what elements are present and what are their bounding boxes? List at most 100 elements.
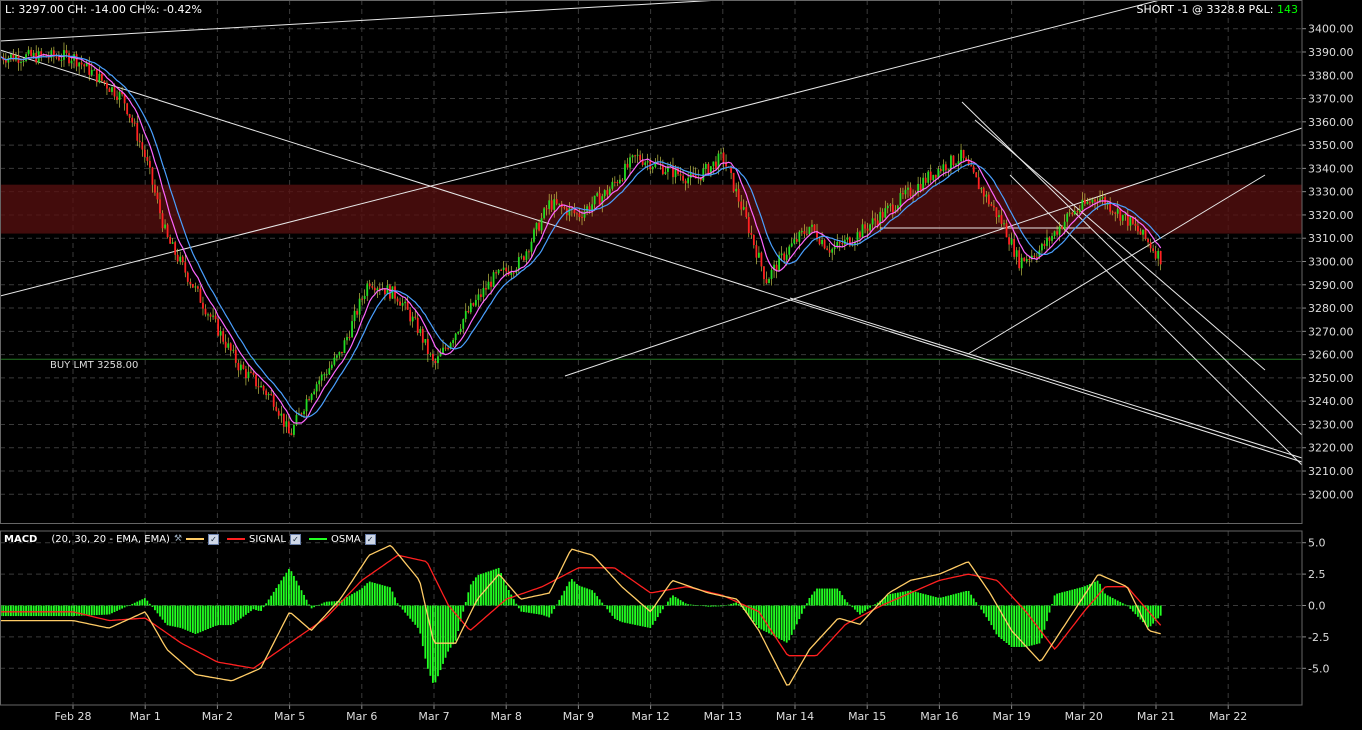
candle-body <box>1043 243 1046 246</box>
candle-body <box>644 162 647 165</box>
candle-body <box>250 371 252 373</box>
macd-visible-checkbox[interactable]: ✓ <box>208 533 220 545</box>
candle-body <box>490 281 492 287</box>
candle-body <box>528 251 530 253</box>
osma-bar <box>525 605 528 613</box>
time-tick-label: Feb 28 <box>55 710 92 723</box>
candle-body <box>58 57 60 61</box>
candle-body <box>325 374 328 376</box>
osma-bar <box>389 587 391 606</box>
signal-visible-checkbox[interactable]: ✓ <box>289 533 301 545</box>
candle-body <box>1005 223 1008 238</box>
candle-body <box>598 193 601 205</box>
osma-bar <box>533 605 535 614</box>
candle-body <box>1139 231 1142 235</box>
osma-bar <box>798 605 801 620</box>
trading-chart[interactable]: 3200.00 3210.00 3220.00 3230.00 3240.00 3250.… <box>0 0 1362 730</box>
osma-bar <box>836 588 839 606</box>
candle-body <box>553 199 556 210</box>
osma-bar <box>164 605 166 623</box>
osma-bar <box>1157 605 1160 619</box>
candle-body <box>1129 217 1132 226</box>
osma-bar <box>522 605 525 613</box>
osma-bar <box>702 605 705 607</box>
osma-bar <box>929 595 932 606</box>
osma-bar <box>616 605 619 621</box>
osma-bar <box>1073 589 1076 606</box>
candle-body <box>447 348 449 350</box>
osma-bar <box>550 605 553 614</box>
osma-bar <box>967 590 970 606</box>
candle-body <box>1076 211 1079 213</box>
osma-bar <box>667 601 669 606</box>
osma-bar <box>773 605 775 637</box>
osma-bar <box>70 605 73 617</box>
candle-body <box>116 96 118 101</box>
signal-swatch <box>227 538 246 540</box>
candle-body <box>1020 257 1023 269</box>
osma-bar <box>510 594 513 606</box>
osma-bar <box>404 605 407 613</box>
osma-bar <box>234 605 237 623</box>
osma-bar <box>245 605 247 615</box>
osma-bar <box>601 602 604 606</box>
candle-body <box>707 163 710 175</box>
candle-body <box>27 49 30 55</box>
osma-bar <box>856 605 859 613</box>
candle-body <box>95 69 98 83</box>
osma-bar <box>720 605 722 607</box>
pnl-value: 143 <box>1277 3 1298 16</box>
osma-bar <box>237 605 240 621</box>
osma-bar <box>530 605 533 614</box>
osma-bar <box>131 603 134 606</box>
osma-bar <box>1126 605 1129 607</box>
time-tick-label: Mar 5 <box>274 710 305 723</box>
candle-body <box>522 256 525 261</box>
osma-bar <box>252 605 255 610</box>
osma-bar <box>649 605 652 629</box>
candle-body <box>881 211 884 218</box>
osma-bar <box>305 599 308 606</box>
settings-wrench-icon[interactable]: ⚒ <box>174 534 182 544</box>
osma-bar <box>161 605 164 620</box>
candle-body <box>234 349 237 363</box>
osma-bar <box>904 591 907 606</box>
osma-bar <box>290 571 293 606</box>
osma-bar <box>381 585 384 606</box>
osma-bar <box>982 605 985 614</box>
candle-body <box>411 316 414 322</box>
osma-bar <box>1003 605 1005 642</box>
osma-bar <box>927 595 930 606</box>
osma-bar <box>189 605 192 632</box>
osma-bar <box>202 605 204 632</box>
osma-bar <box>447 605 449 652</box>
candle-body <box>277 410 280 416</box>
price-tick-label: 3320.00 <box>1308 209 1354 222</box>
candle-body <box>859 232 861 238</box>
osma-visible-checkbox[interactable]: ✓ <box>364 533 376 545</box>
osma-bar <box>363 585 366 606</box>
osma-bar <box>2 605 5 617</box>
candle-body <box>70 60 73 64</box>
price-tick-label: 3360.00 <box>1308 116 1354 129</box>
osma-bar <box>732 603 735 606</box>
osma-bar <box>325 601 328 606</box>
osma-bar <box>492 569 495 606</box>
buy-limit-order-label[interactable]: BUY LMT 3258.00 <box>50 360 138 371</box>
osma-bar <box>17 605 20 617</box>
candle-body <box>722 152 725 163</box>
candle-body <box>826 248 829 250</box>
candle-body <box>758 252 760 258</box>
osma-bar <box>704 605 707 607</box>
osma-bar <box>626 605 629 624</box>
osma-bar <box>1010 605 1013 647</box>
osma-bar <box>1051 603 1053 606</box>
candle-body <box>750 232 753 235</box>
osma-bar <box>924 594 927 606</box>
candle-body <box>747 216 750 233</box>
osma-bar <box>697 605 700 606</box>
candle-body <box>1068 212 1071 214</box>
candle-body <box>477 294 480 300</box>
candle-body <box>790 243 793 247</box>
candle-body <box>318 380 321 385</box>
